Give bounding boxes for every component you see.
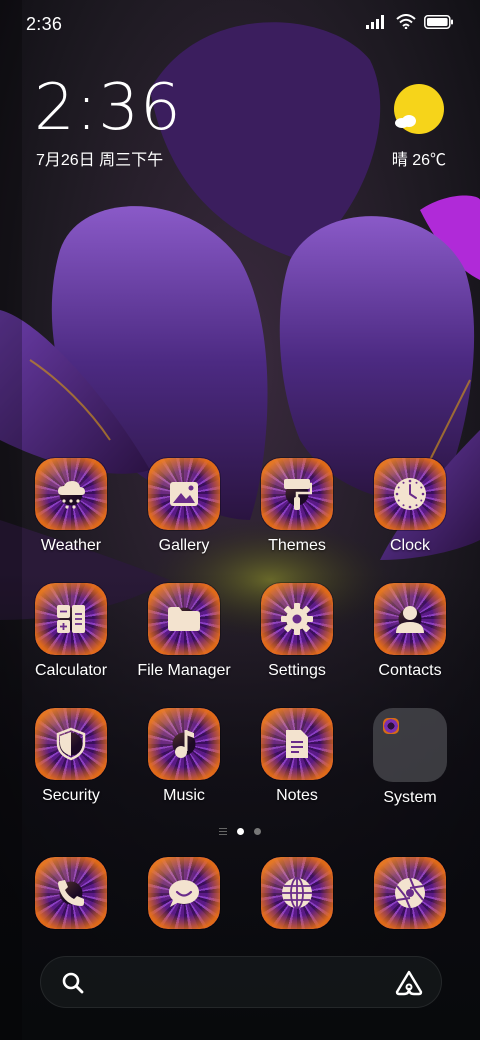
app-weather[interactable]: Weather xyxy=(16,458,126,555)
app-music[interactable]: Music xyxy=(129,708,239,805)
folder-system[interactable]: System xyxy=(355,708,465,807)
app-label: Calculator xyxy=(34,662,108,679)
note-icon xyxy=(261,708,333,780)
folder-group-icon xyxy=(373,708,447,782)
app-gallery[interactable]: Gallery xyxy=(129,458,239,555)
signal-icon xyxy=(366,14,384,29)
music-note-icon xyxy=(148,708,220,780)
dock-camera[interactable] xyxy=(355,857,465,929)
home-clock-date: 7月26日 周三下午 xyxy=(36,152,164,169)
app-label: Security xyxy=(42,787,100,804)
folder-icon xyxy=(148,583,220,655)
app-label: Gallery xyxy=(158,537,210,554)
page-indicator[interactable] xyxy=(0,828,480,835)
message-icon xyxy=(148,857,220,929)
app-drawer-lines-icon[interactable] xyxy=(219,828,227,835)
phone-icon xyxy=(35,857,107,929)
app-label: Settings xyxy=(268,662,326,679)
app-label: Themes xyxy=(268,537,326,554)
dock-phone[interactable] xyxy=(16,857,126,929)
app-label: File Manager xyxy=(137,662,231,679)
camera-aperture-icon xyxy=(374,857,446,929)
app-label: Notes xyxy=(276,787,318,804)
app-label: Weather xyxy=(40,537,102,554)
status-time: 2:36 xyxy=(26,14,63,34)
app-contacts[interactable]: Contacts xyxy=(355,583,465,680)
folder-mini-app-icon xyxy=(383,718,399,734)
home-clock-time[interactable]: 2:36 xyxy=(34,76,182,140)
page-dot[interactable] xyxy=(254,828,261,835)
app-themes[interactable]: Themes xyxy=(242,458,352,555)
app-settings[interactable]: Settings xyxy=(242,583,352,680)
app-notes[interactable]: Notes xyxy=(242,708,352,805)
assistant-icon[interactable] xyxy=(395,970,423,996)
page-dot-active[interactable] xyxy=(237,828,244,835)
calculator-icon xyxy=(35,583,107,655)
app-label: System xyxy=(383,789,437,806)
dock-messages[interactable] xyxy=(129,857,239,929)
app-security[interactable]: Security xyxy=(16,708,126,805)
app-label: Clock xyxy=(389,537,430,554)
weather-snow-icon xyxy=(35,458,107,530)
app-label: Contacts xyxy=(378,662,442,679)
app-file-manager[interactable]: File Manager xyxy=(129,583,239,680)
battery-icon xyxy=(424,14,453,29)
app-label: Music xyxy=(163,787,205,804)
shield-icon xyxy=(35,708,107,780)
globe-icon xyxy=(261,857,333,929)
paint-roller-icon xyxy=(261,458,333,530)
app-calculator[interactable]: Calculator xyxy=(16,583,126,680)
dock-browser[interactable] xyxy=(242,857,352,929)
person-icon xyxy=(374,583,446,655)
status-icons xyxy=(366,14,454,29)
weather-widget[interactable]: 晴 26℃ xyxy=(366,82,446,169)
search-bar[interactable] xyxy=(40,956,442,1008)
image-icon xyxy=(148,458,220,530)
app-clock[interactable]: Clock xyxy=(355,458,465,555)
status-bar: 2:36 xyxy=(0,0,480,50)
wifi-icon xyxy=(396,14,416,29)
search-icon[interactable] xyxy=(61,971,85,995)
weather-temperature: 晴 26℃ xyxy=(391,152,446,169)
cloud-icon xyxy=(395,115,416,128)
clock-icon xyxy=(374,458,446,530)
gear-icon xyxy=(261,583,333,655)
